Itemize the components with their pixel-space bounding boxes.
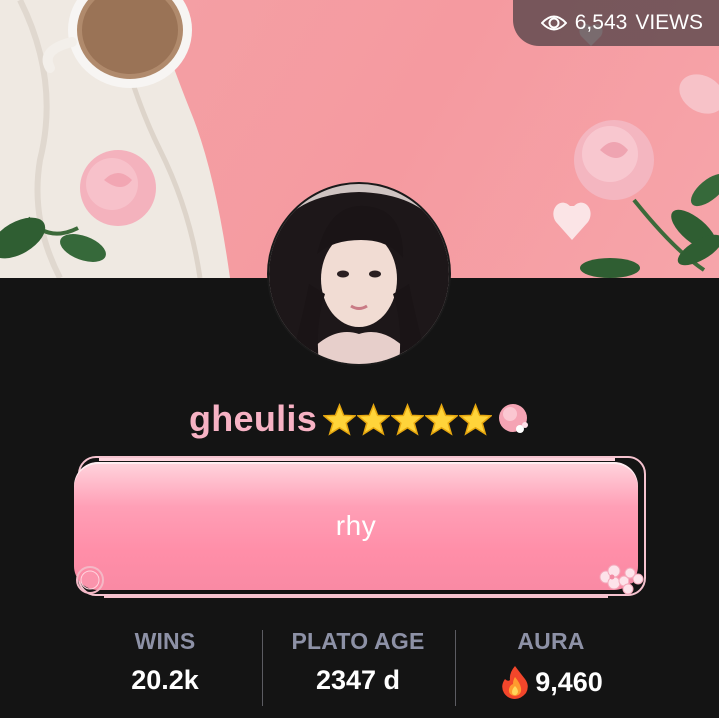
stat-plato-age-label: PLATO AGE [291,628,425,654]
star-icon [323,402,357,436]
bead-ornament-icon [76,566,104,594]
stat-aura-number: 9,460 [535,666,603,697]
stats-row: WINS 20.2k PLATO AGE 2347 d AURA 9,460 [70,628,650,708]
star-icon [425,402,459,436]
username-line: gheulis [0,398,719,440]
star-icon [391,402,425,436]
stat-aura: AURA 9,460 [456,628,646,699]
views-counter: 6,543 VIEWS [512,0,719,46]
stat-wins-number: 20.2k [131,665,199,695]
peach-blossom-icon [499,404,529,433]
cherry-blossom-icon [599,564,644,595]
stat-aura-value: 9,460 [456,665,646,699]
stat-aura-label: AURA [517,628,585,654]
fire-icon [502,666,528,699]
views-count: 6,543 [574,11,628,34]
stat-plato-age-number: 2347 d [315,665,401,695]
frame-decoration-top [99,458,615,461]
star-icon [459,402,493,436]
stat-plato-age: PLATO AGE 2347 d [263,628,453,696]
bio-card: rhy [74,462,638,590]
star-icon [357,402,391,436]
stat-wins-label: WINS [134,628,196,654]
views-label: VIEWS [635,11,703,34]
profile-page: 6,543 VIEWS gheulis rhy WINS 20.2k PLATO… [0,0,719,718]
stat-plato-age-value: 2347 d [263,665,453,696]
star-rating [323,402,493,436]
frame-decoration-bottom [104,596,608,598]
stat-wins: WINS 20.2k [70,628,260,696]
stat-wins-value: 20.2k [70,665,260,696]
username: gheulis [188,398,318,439]
avatar-photo [269,184,449,364]
avatar[interactable] [269,184,449,364]
eye-icon [540,15,567,31]
bio-text: rhy [335,510,377,541]
